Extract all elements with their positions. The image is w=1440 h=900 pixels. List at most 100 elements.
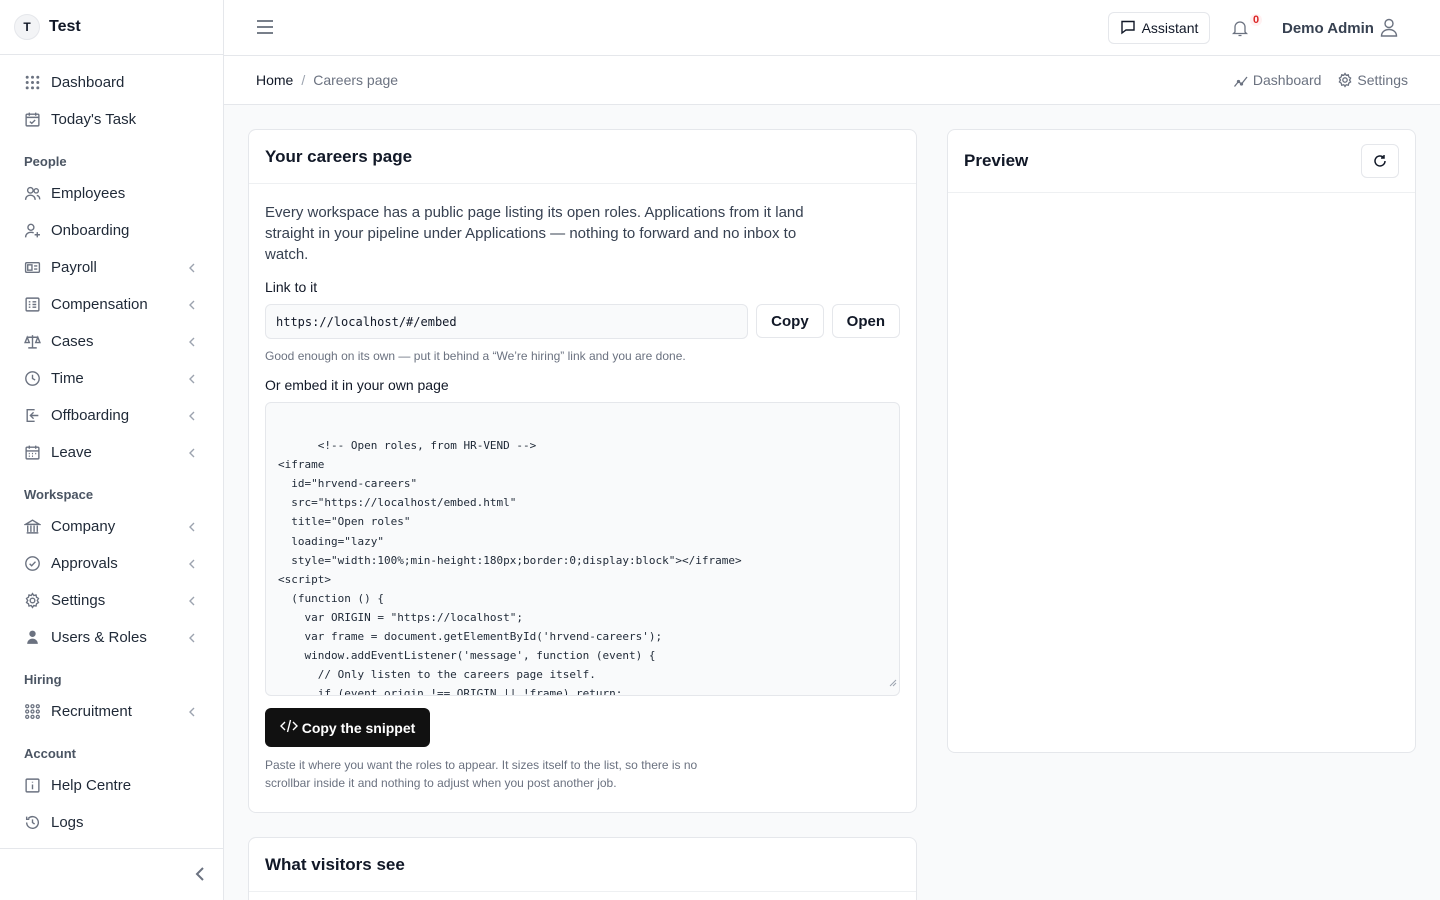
copy-link-button[interactable]: Copy (756, 304, 824, 338)
copy-snippet-button[interactable]: Copy the snippet (265, 708, 430, 747)
resize-handle-icon[interactable] (889, 674, 897, 693)
breadcrumb: Home / Careers page (256, 72, 398, 88)
breadcrumb-home[interactable]: Home (256, 72, 293, 88)
assistant-button[interactable]: Assistant (1108, 12, 1210, 44)
snippet-hint: Paste it where you want the roles to app… (265, 758, 698, 790)
message-square-icon (1120, 19, 1142, 38)
sidebar-item-logs[interactable]: Logs (0, 804, 223, 841)
info-icon (24, 777, 41, 794)
sidebar-item-employees[interactable]: Employees (0, 175, 223, 212)
sidebar-item-label: Employees (51, 185, 126, 202)
sidebar-item-leave[interactable]: Leave (0, 434, 223, 471)
section-people: People (24, 154, 67, 169)
calendar-icon (24, 444, 41, 461)
chevron-left-icon (187, 446, 197, 463)
user-icon[interactable] (1380, 18, 1398, 42)
bell-icon[interactable] (1231, 19, 1249, 42)
sidebar-item-label: Dashboard (51, 74, 125, 91)
link-hint: Good enough on its own — put it behind a… (265, 349, 686, 363)
user-shield-icon (24, 629, 41, 646)
sidebar-item-dashboard[interactable]: Dashboard (0, 64, 223, 101)
scale-icon (24, 333, 41, 350)
sidebar-footer (0, 848, 224, 900)
embed-snippet-textarea[interactable]: <!-- Open roles, from HR-VEND --> <ifram… (265, 402, 900, 696)
refresh-icon (1374, 155, 1386, 167)
sidebar-item-onboarding[interactable]: Onboarding (0, 212, 223, 249)
sidebar-item-label: Onboarding (51, 222, 130, 239)
careers-intro: Every workspace has a public page listin… (265, 204, 804, 263)
clock-icon (24, 370, 41, 387)
sidebar-item-compensation[interactable]: Compensation (0, 286, 223, 323)
section-account: Account (24, 746, 76, 761)
section-workspace: Workspace (24, 487, 94, 502)
check-circle-icon (24, 555, 41, 572)
card-title: What visitors see (249, 838, 916, 892)
gear-icon (24, 592, 41, 609)
grid-icon (24, 74, 41, 91)
settings-link[interactable]: Settings (1337, 72, 1408, 88)
sidebar-item-approvals[interactable]: Approvals (0, 545, 223, 582)
sidebar: T Test Dashboard Today's Task People Emp… (0, 0, 224, 900)
breadcrumb-actions: Dashboard Settings (1233, 72, 1408, 88)
receipt-icon (24, 296, 41, 313)
card-title: Preview (964, 151, 1029, 170)
chevron-left-icon (187, 594, 197, 611)
sidebar-item-offboarding[interactable]: Offboarding (0, 397, 223, 434)
collapse-sidebar-icon[interactable] (194, 866, 206, 887)
sidebar-item-label: Offboarding (51, 407, 130, 424)
dashboard-link-label: Dashboard (1252, 72, 1322, 88)
gear-icon (1338, 72, 1352, 88)
user-plus-icon (24, 222, 41, 239)
chevron-left-icon (187, 409, 197, 426)
menu-icon[interactable] (256, 19, 274, 40)
sidebar-item-label: Settings (51, 592, 106, 609)
bank-icon (24, 518, 41, 535)
sidebar-item-cases[interactable]: Cases (0, 323, 223, 360)
users-icon (24, 185, 41, 202)
sidebar-item-label: Today's Task (51, 111, 137, 128)
careers-link-field[interactable]: https://localhost/#/embed (265, 304, 749, 339)
sidebar-item-recruitment[interactable]: Recruitment (0, 693, 223, 730)
assistant-label: Assistant (1141, 20, 1199, 36)
sidebar-nav: Dashboard Today's Task People Employees … (0, 55, 223, 841)
chevron-left-icon (187, 631, 197, 648)
breadcrumb-current: Careers page (313, 72, 399, 88)
chevron-left-icon (187, 557, 197, 574)
sidebar-item-help-centre[interactable]: Help Centre (0, 767, 223, 804)
refresh-preview-button[interactable] (1361, 144, 1399, 178)
sidebar-item-label: Payroll (51, 259, 97, 276)
sidebar-item-company[interactable]: Company (0, 508, 223, 545)
visitors-card: What visitors see (248, 837, 917, 900)
chevron-left-icon (187, 372, 197, 389)
history-icon (24, 814, 41, 831)
sidebar-item-todays-task[interactable]: Today's Task (0, 101, 223, 138)
copy-snippet-label: Copy the snippet (301, 719, 416, 736)
log-out-icon (24, 407, 41, 424)
link-label: Link to it (265, 279, 318, 295)
topbar: Assistant 0 Demo Admin (224, 0, 1440, 56)
embed-label: Or embed it in your own page (265, 377, 449, 393)
chevron-left-icon (187, 261, 197, 278)
dashboard-link[interactable]: Dashboard (1233, 72, 1322, 88)
user-name[interactable]: Demo Admin (1282, 20, 1374, 37)
breadcrumb-separator: / (301, 72, 306, 88)
sidebar-item-settings[interactable]: Settings (0, 582, 223, 619)
grid-icon (24, 703, 41, 720)
sidebar-item-label: Help Centre (51, 777, 132, 794)
chevron-left-icon (187, 705, 197, 722)
sidebar-item-users-roles[interactable]: Users & Roles (0, 619, 223, 656)
sidebar-item-time[interactable]: Time (0, 360, 223, 397)
chevron-left-icon (187, 335, 197, 352)
sidebar-item-label: Recruitment (51, 703, 132, 720)
banknote-icon (24, 259, 41, 276)
open-link-button[interactable]: Open (831, 304, 900, 338)
workspace-switcher[interactable]: T Test (0, 0, 223, 55)
section-hiring: Hiring (24, 672, 62, 687)
sidebar-item-label: Users & Roles (51, 629, 147, 646)
workspace-avatar: T (14, 14, 40, 40)
calendar-check-icon (24, 111, 41, 128)
careers-page-card: Your careers page Every workspace has a … (248, 129, 917, 813)
sidebar-item-label: Company (51, 518, 116, 535)
preview-card: Preview (947, 129, 1416, 753)
sidebar-item-payroll[interactable]: Payroll (0, 249, 223, 286)
